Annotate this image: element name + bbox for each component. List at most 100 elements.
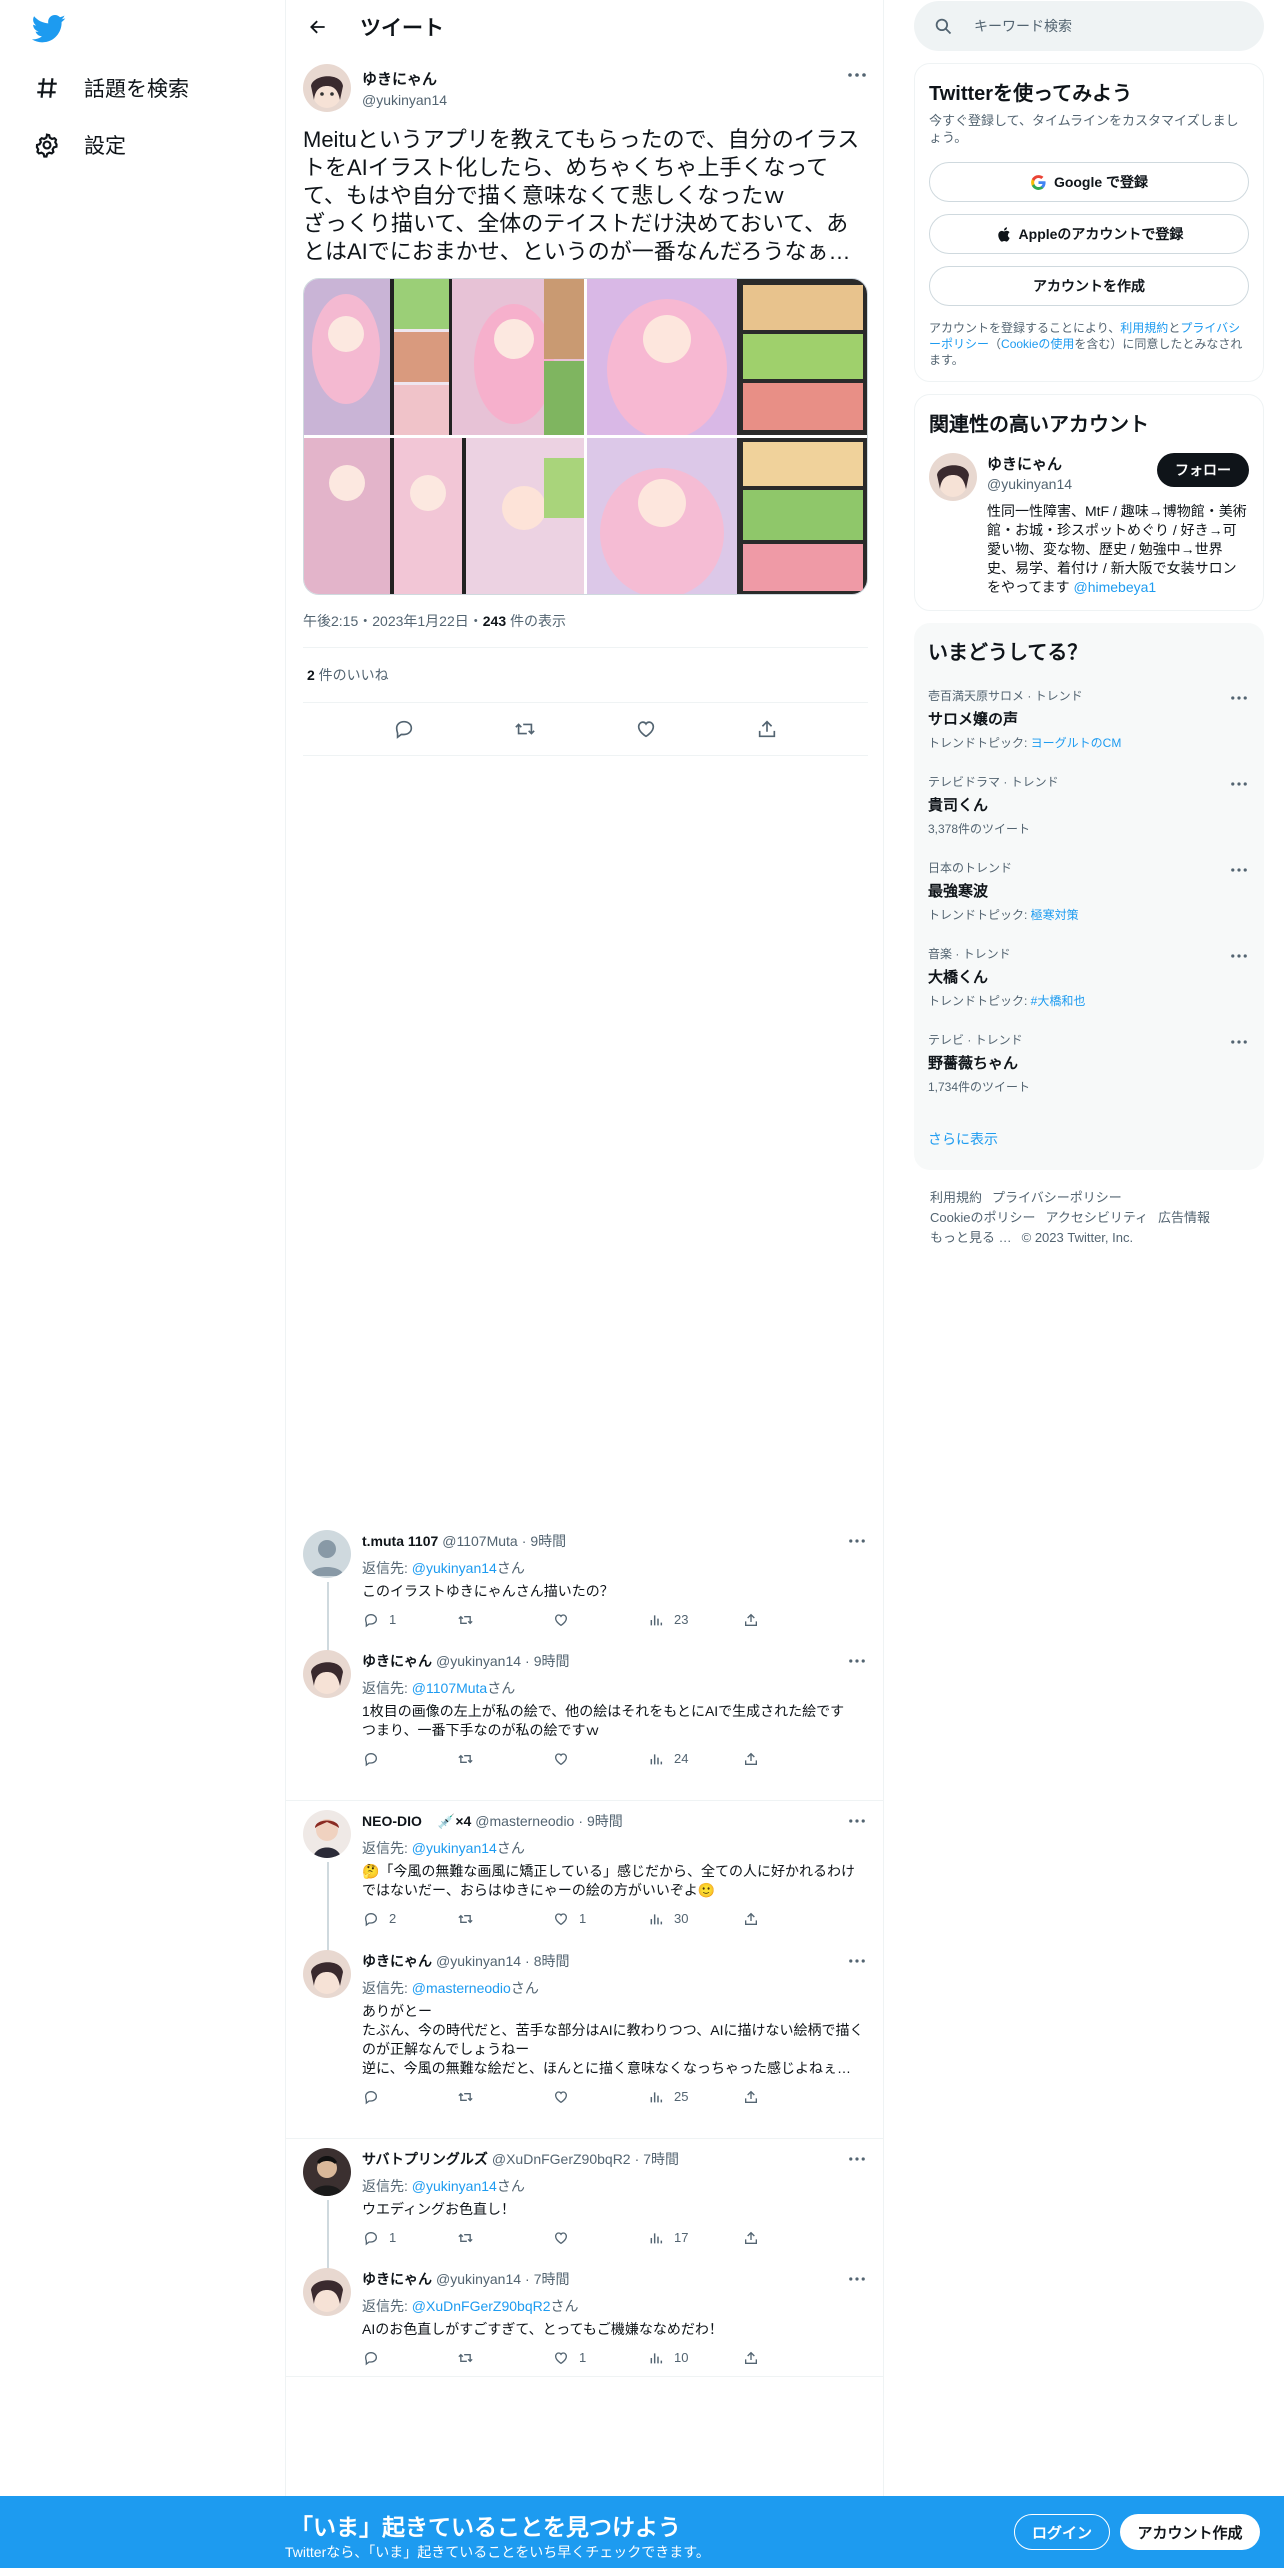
more-icon[interactable]: [1228, 945, 1250, 967]
reply-action[interactable]: 1: [362, 1611, 457, 1628]
views-action[interactable]: 24: [647, 1750, 742, 1767]
reply-icon[interactable]: [392, 717, 416, 741]
avatar[interactable]: [303, 2148, 351, 2196]
trend-topic-link[interactable]: 極寒対策: [1031, 908, 1079, 922]
reply-tweet[interactable]: ゆきにゃん @yukinyan14 · 8時間 返信先: @masterneodioさ…: [303, 1950, 868, 2105]
retweet-action[interactable]: [457, 2229, 552, 2246]
reply-to-link[interactable]: @XuDnFGerZ90bqR2: [412, 2298, 551, 2314]
more-icon[interactable]: [846, 1950, 868, 1972]
reply-author-handle[interactable]: @XuDnFGerZ90bqR2: [492, 2151, 631, 2167]
follow-button[interactable]: フォロー: [1157, 453, 1249, 487]
avatar[interactable]: [929, 453, 977, 501]
show-more-link[interactable]: さらに表示: [928, 1129, 1250, 1149]
retweet-icon[interactable]: [513, 717, 537, 741]
reply-action[interactable]: 2: [362, 1910, 457, 1927]
retweet-action[interactable]: [457, 1910, 552, 1927]
more-icon[interactable]: [846, 1650, 868, 1672]
media-image-3[interactable]: [304, 438, 584, 594]
reply-to-link[interactable]: @masterneodio: [412, 1980, 511, 1996]
views-action[interactable]: 17: [647, 2229, 742, 2246]
avatar[interactable]: [303, 1650, 351, 1698]
trend-item[interactable]: 音楽 · トレンド 大橋くん トレンドトピック: #大橋和也: [928, 945, 1250, 1009]
create-account-button[interactable]: アカウントを作成: [929, 266, 1249, 306]
media-image-4[interactable]: [587, 438, 867, 594]
terms-link[interactable]: 利用規約: [1120, 321, 1168, 335]
avatar[interactable]: [303, 1950, 351, 1998]
reply-author-name[interactable]: ゆきにゃん: [362, 1651, 432, 1671]
media-image-1[interactable]: [304, 279, 584, 435]
share-action[interactable]: [742, 2349, 837, 2366]
reply-author-handle[interactable]: @1107Muta: [442, 1533, 517, 1549]
create-account-button-bottom[interactable]: アカウント作成: [1120, 2514, 1260, 2550]
reply-time[interactable]: 8時間: [534, 1951, 570, 1971]
views-action[interactable]: 10: [647, 2349, 742, 2366]
more-icon[interactable]: [846, 1530, 868, 1552]
reply-tweet[interactable]: ゆきにゃん @yukinyan14 · 7時間 返信先: @XuDnFGerZ90bq…: [303, 2268, 868, 2366]
reply-author-name[interactable]: ゆきにゃん: [362, 1951, 432, 1971]
trend-item[interactable]: 日本のトレンド 最強寒波 トレンドトピック: 極寒対策: [928, 859, 1250, 923]
tweet-timestamp[interactable]: 午後2:15・2023年1月22日・: [303, 613, 483, 629]
share-action[interactable]: [742, 2088, 837, 2105]
avatar[interactable]: [303, 64, 351, 112]
like-action[interactable]: [552, 1611, 647, 1628]
reply-author-handle[interactable]: @yukinyan14: [436, 1653, 521, 1669]
footer-ads[interactable]: 広告情報: [1158, 1210, 1210, 1225]
apple-signup-button[interactable]: Appleのアカウントで登録: [929, 214, 1249, 254]
reply-tweet[interactable]: ゆきにゃん @yukinyan14 · 9時間 返信先: @1107Mutaさん 1枚…: [303, 1650, 868, 1767]
reply-action[interactable]: 1: [362, 2229, 457, 2246]
avatar[interactable]: [303, 2268, 351, 2316]
related-handle[interactable]: @yukinyan14: [987, 476, 1072, 492]
related-name[interactable]: ゆきにゃん: [987, 453, 1072, 474]
trend-item[interactable]: テレビ · トレンド 野薔薇ちゃん 1,734件のツイート: [928, 1031, 1250, 1095]
footer-terms[interactable]: 利用規約: [930, 1190, 982, 1205]
more-icon[interactable]: [1228, 859, 1250, 881]
likes-summary[interactable]: 2 件のいいね: [303, 648, 868, 702]
reply-action[interactable]: [362, 2349, 457, 2366]
footer-privacy[interactable]: プライバシーポリシー: [992, 1190, 1122, 1205]
retweet-action[interactable]: [457, 1750, 552, 1767]
footer-accessibility[interactable]: アクセシビリティ: [1045, 1210, 1148, 1225]
more-icon[interactable]: [846, 1810, 868, 1832]
more-icon[interactable]: [846, 2268, 868, 2290]
media-image-2[interactable]: [587, 279, 867, 435]
reply-time[interactable]: 9時間: [587, 1811, 623, 1831]
search-input[interactable]: キーワード検索: [914, 1, 1264, 51]
reply-author-handle[interactable]: @yukinyan14: [436, 2271, 521, 2287]
share-icon[interactable]: [755, 717, 779, 741]
reply-time[interactable]: 9時間: [530, 1531, 566, 1551]
like-action[interactable]: 1: [552, 2349, 647, 2366]
nav-explore[interactable]: 話題を検索: [30, 68, 189, 108]
twitter-bird-icon[interactable]: [32, 14, 66, 44]
bio-link[interactable]: @himebeya1: [1074, 579, 1157, 595]
reply-to-link[interactable]: @yukinyan14: [412, 1840, 497, 1856]
reply-tweet[interactable]: t.muta 1107 @1107Muta · 9時間 返信先: @yukinyan1…: [303, 1530, 868, 1628]
footer-more[interactable]: もっと見る …: [930, 1230, 1012, 1245]
trend-topic-link[interactable]: #大橋和也: [1031, 994, 1086, 1008]
reply-to-link[interactable]: @yukinyan14: [412, 1560, 497, 1576]
reply-to-link[interactable]: @1107Muta: [412, 1680, 487, 1696]
reply-author-name[interactable]: t.muta 1107: [362, 1533, 438, 1549]
more-icon[interactable]: [846, 64, 868, 86]
reply-author-name[interactable]: NEO-DIO: [362, 1813, 422, 1829]
reply-action[interactable]: [362, 2088, 457, 2105]
views-action[interactable]: 23: [647, 1611, 742, 1628]
trend-item[interactable]: テレビドラマ · トレンド 貴司くん 3,378件のツイート: [928, 773, 1250, 837]
retweet-action[interactable]: [457, 2088, 552, 2105]
avatar[interactable]: [303, 1530, 351, 1578]
reply-time[interactable]: 9時間: [534, 1651, 570, 1671]
share-action[interactable]: [742, 1750, 837, 1767]
retweet-action[interactable]: [457, 2349, 552, 2366]
like-action[interactable]: 1: [552, 1910, 647, 1927]
reply-to-link[interactable]: @yukinyan14: [412, 2178, 497, 2194]
share-action[interactable]: [742, 2229, 837, 2246]
author-name[interactable]: ゆきにゃん: [362, 68, 846, 89]
reply-tweet[interactable]: NEO-DIO 💉×4 @masterneodio · 9時間 返信先: @yukiny…: [303, 1810, 868, 1927]
reply-time[interactable]: 7時間: [643, 2149, 679, 2169]
author-handle[interactable]: @yukinyan14: [362, 92, 846, 108]
nav-settings[interactable]: 設定: [30, 125, 126, 165]
retweet-action[interactable]: [457, 1611, 552, 1628]
share-action[interactable]: [742, 1611, 837, 1628]
trend-topic-link[interactable]: ヨーグルトのCM: [1031, 736, 1122, 750]
reply-action[interactable]: [362, 1750, 457, 1767]
like-icon[interactable]: [634, 717, 658, 741]
